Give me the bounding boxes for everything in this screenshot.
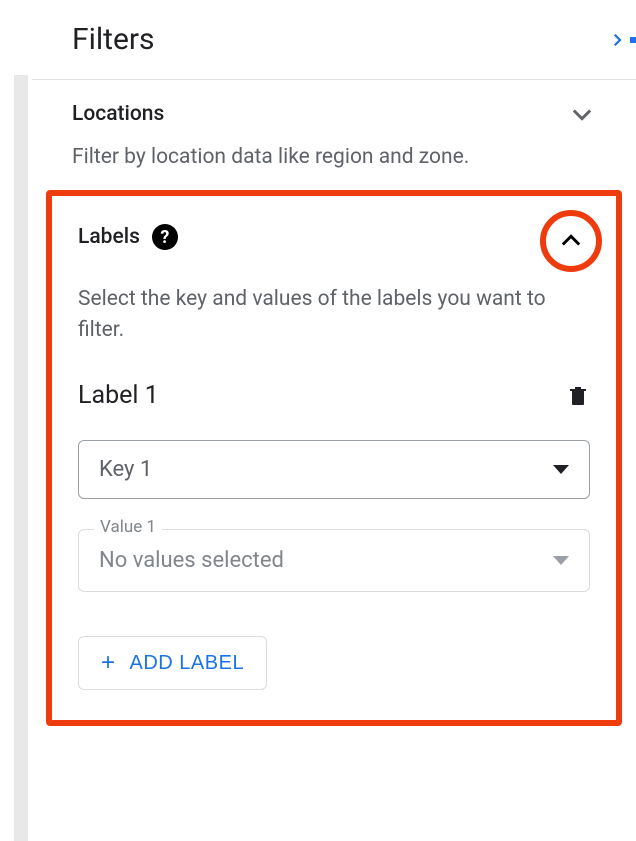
chevron-up-icon — [557, 227, 585, 255]
locations-subtitle: Filter by location data like region and … — [72, 142, 596, 172]
help-icon[interactable]: ? — [152, 224, 178, 250]
labels-title-row: Labels ? — [78, 224, 178, 250]
page-title: Filters — [72, 22, 155, 57]
value-select-wrap: Value 1 No values selected — [78, 529, 590, 592]
caret-down-icon — [553, 556, 569, 565]
bar-icon — [630, 26, 636, 54]
key-select-value: Key 1 — [99, 457, 152, 482]
value-select-value: No values selected — [99, 548, 284, 573]
filters-header: Filters — [32, 0, 636, 80]
key-select[interactable]: Key 1 — [78, 440, 590, 499]
label-entry-name: Label 1 — [78, 381, 159, 410]
left-rail — [14, 75, 28, 841]
filters-panel: Filters Locations Filter by location dat… — [32, 0, 636, 726]
chevron-right-icon — [608, 26, 626, 54]
labels-section-head[interactable]: Labels ? — [78, 224, 590, 250]
add-label-button-text: ADD LABEL — [130, 652, 245, 675]
trash-icon[interactable] — [566, 384, 590, 408]
plus-icon: + — [101, 651, 116, 675]
value-select-label: Value 1 — [94, 517, 162, 537]
labels-title: Labels — [78, 225, 140, 249]
locations-title: Locations — [72, 102, 164, 126]
label-entry-head: Label 1 — [78, 381, 590, 410]
locations-section-head[interactable]: Locations — [72, 100, 596, 128]
value-select[interactable]: No values selected — [78, 529, 590, 592]
labels-section-highlighted: Labels ? Select the key and values of th… — [46, 190, 622, 726]
caret-down-icon — [553, 465, 569, 474]
chevron-down-icon — [568, 100, 596, 128]
labels-subtitle: Select the key and values of the labels … — [78, 284, 590, 345]
locations-section: Locations Filter by location data like r… — [32, 80, 636, 172]
highlighted-chevron[interactable] — [540, 210, 602, 272]
panel-collapse-button[interactable] — [608, 26, 636, 54]
add-label-button[interactable]: + ADD LABEL — [78, 636, 267, 690]
